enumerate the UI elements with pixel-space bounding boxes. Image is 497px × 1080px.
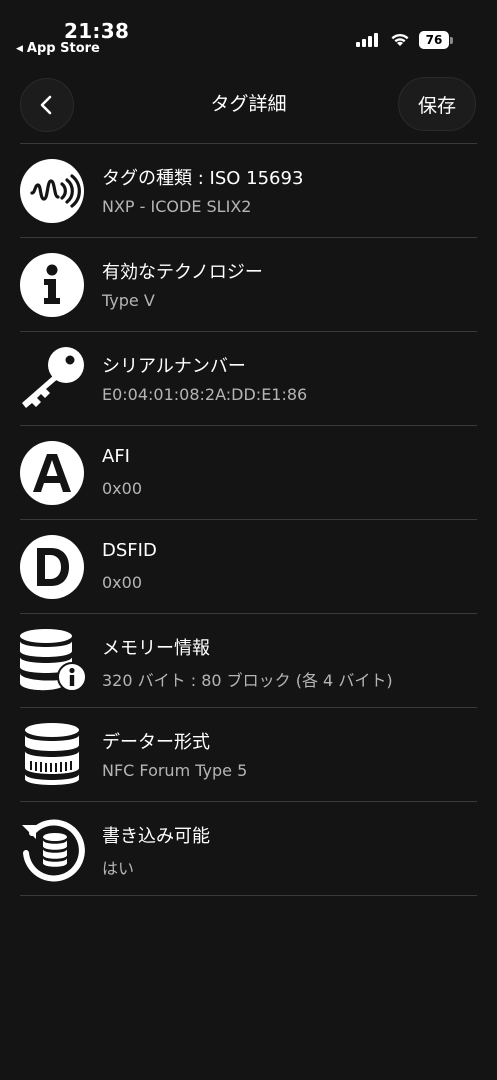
list-item-technology: 有効なテクノロジー Type V <box>20 238 477 331</box>
row-value: はい <box>102 859 135 878</box>
list-item-data-format: データー形式 NFC Forum Type 5 <box>20 708 477 801</box>
list-item-serial-number: シリアルナンバー E0:04:01:08:2A:DD:E1:86 <box>20 332 477 425</box>
row-title: メモリー情報 <box>102 638 210 659</box>
row-value: 0x00 <box>102 573 143 592</box>
row-value: Type V <box>102 291 155 310</box>
row-title: DSFID <box>102 540 157 561</box>
list-item-memory-info: メモリー情報 320 バイト : 80 ブロック (各 4 バイト) <box>20 614 477 707</box>
row-title: 書き込み可能 <box>102 826 210 847</box>
letter-d-icon <box>20 535 84 599</box>
list-item-afi: AFI 0x00 <box>20 426 477 519</box>
divider <box>20 895 477 896</box>
battery-cap <box>450 37 453 44</box>
back-to-app-store-link[interactable]: ◀ App Store <box>16 41 100 56</box>
list-item-tag-type: タグの種類 : ISO 15693 NXP - ICODE SLIX2 <box>20 144 477 237</box>
row-title: AFI <box>102 446 130 467</box>
list-item-writable: 書き込み可能 はい <box>20 802 477 895</box>
row-value: NXP - ICODE SLIX2 <box>102 197 252 216</box>
row-value: 0x00 <box>102 479 143 498</box>
chevron-left-icon <box>40 95 52 115</box>
status-time: 21:38 <box>64 19 130 43</box>
nav-bar: タグ詳細 保存 <box>0 76 497 132</box>
battery-indicator: 76 <box>419 31 449 49</box>
letter-a-icon <box>20 441 84 505</box>
battery-percent: 76 <box>425 33 443 47</box>
database-info-icon <box>20 629 86 692</box>
row-title: 有効なテクノロジー <box>102 262 263 283</box>
status-bar: 21:38 ◀ App Store 76 <box>0 0 497 66</box>
back-app-label: App Store <box>26 41 100 56</box>
nfc-signal-icon <box>20 159 84 223</box>
tag-detail-list: タグの種類 : ISO 15693 NXP - ICODE SLIX2 有効なテ… <box>20 143 477 896</box>
row-title: タグの種類 : ISO 15693 <box>102 168 304 189</box>
database-icon <box>25 723 79 785</box>
row-title: シリアルナンバー <box>102 356 246 377</box>
row-value: E0:04:01:08:2A:DD:E1:86 <box>102 385 308 404</box>
back-triangle-icon: ◀ <box>16 44 23 54</box>
database-refresh-icon <box>22 819 85 882</box>
list-item-dsfid: DSFID 0x00 <box>20 520 477 613</box>
save-button[interactable]: 保存 <box>398 77 476 131</box>
back-button[interactable] <box>20 78 74 132</box>
cellular-signal-icon <box>356 33 378 47</box>
info-icon <box>20 253 84 317</box>
row-value: NFC Forum Type 5 <box>102 761 248 780</box>
row-value: 320 バイト : 80 ブロック (各 4 バイト) <box>102 671 393 690</box>
wifi-icon <box>391 33 409 46</box>
row-title: データー形式 <box>102 732 210 753</box>
key-icon <box>22 347 84 408</box>
